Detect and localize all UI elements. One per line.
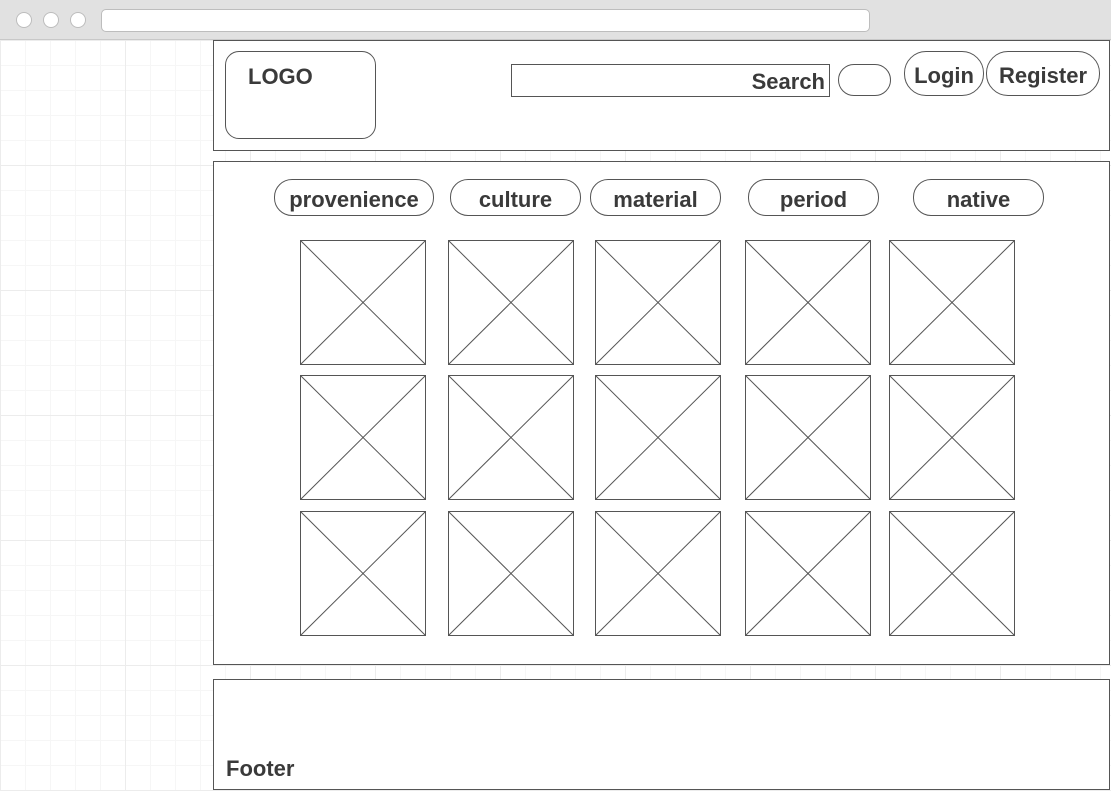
- image-placeholder-icon: [596, 512, 720, 635]
- gallery-tile[interactable]: [448, 375, 574, 500]
- gallery-tile[interactable]: [889, 511, 1015, 636]
- gallery-tile[interactable]: [595, 375, 721, 500]
- address-bar[interactable]: [101, 9, 870, 32]
- filter-culture-button[interactable]: culture: [450, 179, 581, 216]
- image-placeholder-icon: [301, 512, 425, 635]
- gallery-tile[interactable]: [448, 511, 574, 636]
- image-placeholder-icon: [890, 241, 1014, 364]
- image-placeholder-icon: [746, 241, 870, 364]
- filter-native-button[interactable]: native: [913, 179, 1044, 216]
- filter-provenience-button[interactable]: provenience: [274, 179, 434, 216]
- image-placeholder-icon: [301, 241, 425, 364]
- image-placeholder-icon: [301, 376, 425, 499]
- search-input[interactable]: Search: [511, 64, 830, 97]
- image-placeholder-icon: [449, 376, 573, 499]
- window-control-maximize[interactable]: [70, 12, 86, 28]
- image-placeholder-icon: [746, 512, 870, 635]
- gallery-tile[interactable]: [745, 240, 871, 365]
- search-button[interactable]: [838, 64, 891, 96]
- gallery-tile[interactable]: [889, 240, 1015, 365]
- image-placeholder-icon: [596, 241, 720, 364]
- gallery-tile[interactable]: [300, 240, 426, 365]
- image-placeholder-icon: [890, 376, 1014, 499]
- login-button[interactable]: Login: [904, 51, 984, 96]
- filter-material-button[interactable]: material: [590, 179, 721, 216]
- footer-label: Footer: [226, 756, 295, 781]
- window-control-close[interactable]: [16, 12, 32, 28]
- main-content: provenience culture material period nati…: [213, 161, 1110, 665]
- logo-text: LOGO: [248, 64, 313, 89]
- browser-chrome: [0, 0, 1111, 40]
- gallery-tile[interactable]: [745, 375, 871, 500]
- image-placeholder-icon: [596, 376, 720, 499]
- window-control-minimize[interactable]: [43, 12, 59, 28]
- image-placeholder-icon: [746, 376, 870, 499]
- gallery-tile[interactable]: [745, 511, 871, 636]
- gallery-tile[interactable]: [595, 511, 721, 636]
- gallery-tile[interactable]: [300, 511, 426, 636]
- image-placeholder-icon: [449, 512, 573, 635]
- gallery-tile[interactable]: [889, 375, 1015, 500]
- register-button[interactable]: Register: [986, 51, 1100, 96]
- image-placeholder-icon: [449, 241, 573, 364]
- image-placeholder-icon: [890, 512, 1014, 635]
- logo[interactable]: LOGO: [225, 51, 376, 139]
- site-footer: Footer: [213, 679, 1110, 790]
- filter-period-button[interactable]: period: [748, 179, 879, 216]
- gallery-tile[interactable]: [595, 240, 721, 365]
- gallery-tile[interactable]: [300, 375, 426, 500]
- gallery-tile[interactable]: [448, 240, 574, 365]
- site-header: LOGO Search Login Register: [213, 40, 1110, 151]
